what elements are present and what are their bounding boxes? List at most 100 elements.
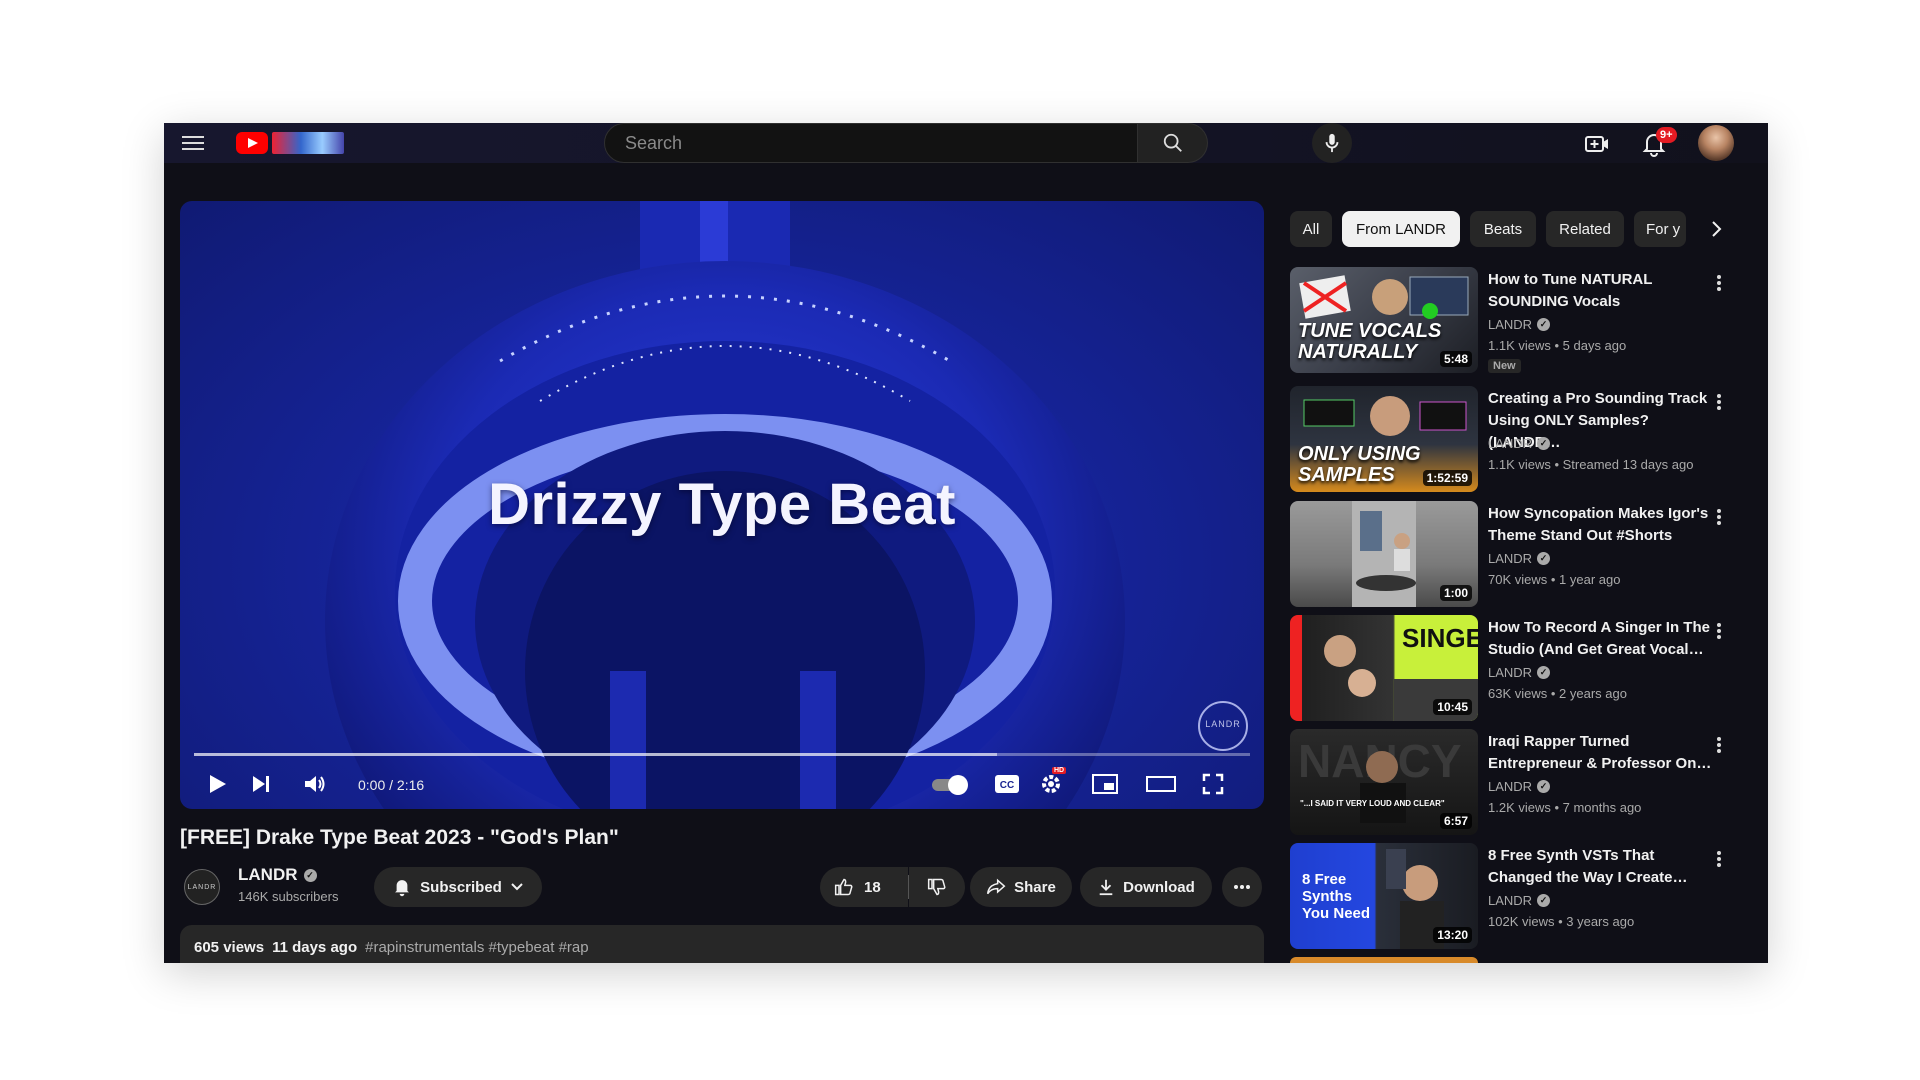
video-menu-button[interactable] <box>1710 392 1728 414</box>
video-title[interactable]: How to Tune NATURAL SOUNDING Vocals <box>1488 269 1712 313</box>
channel-avatar[interactable]: LANDR <box>184 869 220 905</box>
video-channel[interactable]: LANDR ✓ <box>1488 665 1551 680</box>
video-title[interactable]: 8 Free Synth VSTs That Changed the Way I… <box>1488 845 1712 889</box>
search-button[interactable] <box>1138 123 1208 163</box>
channel-name[interactable]: LANDR ✓ <box>238 865 317 885</box>
recommended-video[interactable]: SINGER 10:45 How To Record A Singer In T… <box>1290 615 1730 721</box>
miniplayer-button[interactable] <box>1090 769 1120 799</box>
view-count: 605 views <box>194 939 265 956</box>
chips-next-button[interactable] <box>1704 217 1728 241</box>
skip-next-icon <box>253 776 269 792</box>
video-channel[interactable]: LANDR ✓ <box>1488 436 1551 451</box>
channel-name-text[interactable]: LANDR <box>238 865 298 885</box>
video-menu-button[interactable] <box>1710 621 1728 643</box>
video-title[interactable]: How To Record A Singer In The Studio (An… <box>1488 617 1712 661</box>
voice-search-button[interactable] <box>1312 123 1352 163</box>
menu-icon[interactable] <box>182 132 204 154</box>
video-thumbnail[interactable]: ONLY USING SAMPLES 1:52:59 <box>1290 386 1478 492</box>
thumbnail-text: 8 Free Synths You Need <box>1302 871 1371 922</box>
video-menu-button[interactable] <box>1710 735 1728 757</box>
play-button[interactable] <box>202 769 232 799</box>
video-channel-name[interactable]: LANDR <box>1488 436 1532 451</box>
video-duration: 10:45 <box>1433 699 1472 715</box>
description-stats: 605 views 11 days ago #rapinstrumentals … <box>194 939 589 956</box>
new-badge: New <box>1488 359 1521 373</box>
video-thumbnail[interactable]: NANCY "...I SAID IT VERY LOUD AND CLEAR"… <box>1290 729 1478 835</box>
theater-mode-button[interactable] <box>1144 769 1178 799</box>
chip-beats[interactable]: Beats <box>1470 211 1536 247</box>
video-channel[interactable]: LANDR ✓ <box>1488 551 1551 566</box>
video-meta: 63K views • 2 years ago <box>1488 686 1627 701</box>
video-menu-button[interactable] <box>1710 273 1728 295</box>
theater-mode-icon <box>1146 776 1176 792</box>
search-input[interactable] <box>623 131 1137 155</box>
video-thumbnail[interactable]: 8 Free Synths You Need 13:20 <box>1290 843 1478 949</box>
video-channel[interactable]: LANDR ✓ <box>1488 779 1551 794</box>
video-menu-button[interactable] <box>1710 849 1728 871</box>
chip-all[interactable]: All <box>1290 211 1332 247</box>
autoplay-toggle[interactable] <box>932 775 972 795</box>
like-count: 18 <box>864 878 881 896</box>
share-label: Share <box>1014 878 1056 896</box>
mute-button[interactable] <box>300 769 330 799</box>
chip-from-landr[interactable]: From LANDR <box>1342 211 1460 247</box>
video-channel-name[interactable]: LANDR <box>1488 317 1532 332</box>
video-channel[interactable]: LANDR ✓ <box>1488 317 1551 332</box>
verified-icon: ✓ <box>1537 894 1551 907</box>
video-title[interactable]: How Syncopation Makes Igor's Theme Stand… <box>1488 503 1712 547</box>
channel-avatar-text: LANDR <box>187 883 217 891</box>
like-button[interactable]: 18 <box>820 867 908 907</box>
captions-button[interactable]: CC <box>992 769 1022 799</box>
video-thumbnail[interactable]: 1:00 <box>1290 501 1478 607</box>
svg-text:CC: CC <box>1000 780 1014 791</box>
verified-icon: ✓ <box>1537 318 1551 331</box>
video-duration: 13:20 <box>1433 927 1472 943</box>
youtube-logo[interactable] <box>236 131 348 155</box>
chip-related[interactable]: Related <box>1546 211 1624 247</box>
time-display: 0:00 / 2:16 <box>358 777 425 793</box>
microphone-icon <box>1325 133 1339 153</box>
recommended-video[interactable]: NANCY "...I SAID IT VERY LOUD AND CLEAR"… <box>1290 729 1730 835</box>
video-duration: 1:52:59 <box>1422 470 1472 486</box>
video-channel-name[interactable]: LANDR <box>1488 893 1532 908</box>
download-button[interactable]: Download <box>1080 867 1212 907</box>
video-thumbnail[interactable]: SINGER 10:45 <box>1290 615 1478 721</box>
more-actions-button[interactable] <box>1222 867 1262 907</box>
recommended-video[interactable]: ONLY USING SAMPLES 1:52:59 Creating a Pr… <box>1290 386 1730 492</box>
verified-icon: ✓ <box>303 868 317 882</box>
video-title: [FREE] Drake Type Beat 2023 - "God's Pla… <box>180 826 619 849</box>
chip-for-you[interactable]: For y <box>1634 211 1686 247</box>
video-title[interactable]: Iraqi Rapper Turned Entrepreneur & Profe… <box>1488 731 1712 775</box>
video-channel-name[interactable]: LANDR <box>1488 779 1532 794</box>
account-avatar[interactable] <box>1698 125 1734 161</box>
recommended-video[interactable]: 8 Free Synths You Need 13:20 8 Free Synt… <box>1290 843 1730 949</box>
dislike-button[interactable] <box>909 867 965 907</box>
video-thumbnail[interactable]: TUNE VOCALS NATURALLY 5:48 <box>1290 267 1478 373</box>
progress-bar[interactable] <box>194 753 1250 756</box>
recommended-video[interactable]: TUNE VOCALS NATURALLY 5:48 How to Tune N… <box>1290 267 1730 373</box>
chevron-down-icon <box>511 883 523 891</box>
video-player[interactable]: Drizzy Type Beat LANDR 0:00 / 2:16 CC HD <box>180 201 1264 809</box>
video-channel-name[interactable]: LANDR <box>1488 551 1532 566</box>
recommended-video[interactable]: 1:00 How Syncopation Makes Igor's Theme … <box>1290 501 1730 607</box>
thumbnail-text: "...I SAID IT VERY LOUD AND CLEAR" <box>1300 799 1445 808</box>
share-button[interactable]: Share <box>970 867 1072 907</box>
hashtags[interactable]: #rapinstrumentals #typebeat #rap <box>365 939 588 956</box>
video-meta: 1.2K views • 7 months ago <box>1488 800 1642 815</box>
fullscreen-button[interactable] <box>1198 769 1228 799</box>
miniplayer-icon <box>1092 774 1118 794</box>
logo-doodle <box>272 132 344 154</box>
bell-icon <box>395 880 410 897</box>
description-box[interactable]: 605 views 11 days ago #rapinstrumentals … <box>180 925 1264 963</box>
top-bar: 9+ <box>164 123 1768 163</box>
video-channel[interactable]: LANDR ✓ <box>1488 893 1551 908</box>
next-button[interactable] <box>246 769 276 799</box>
video-menu-button[interactable] <box>1710 507 1728 529</box>
verified-icon: ✓ <box>1537 780 1551 793</box>
video-channel-name[interactable]: LANDR <box>1488 665 1532 680</box>
next-thumbnail-edge <box>1290 957 1478 963</box>
create-button[interactable] <box>1584 131 1610 157</box>
subscribed-button[interactable]: Subscribed <box>374 867 542 907</box>
autoplay-knob <box>948 775 968 795</box>
thumbs-up-icon <box>834 878 853 896</box>
